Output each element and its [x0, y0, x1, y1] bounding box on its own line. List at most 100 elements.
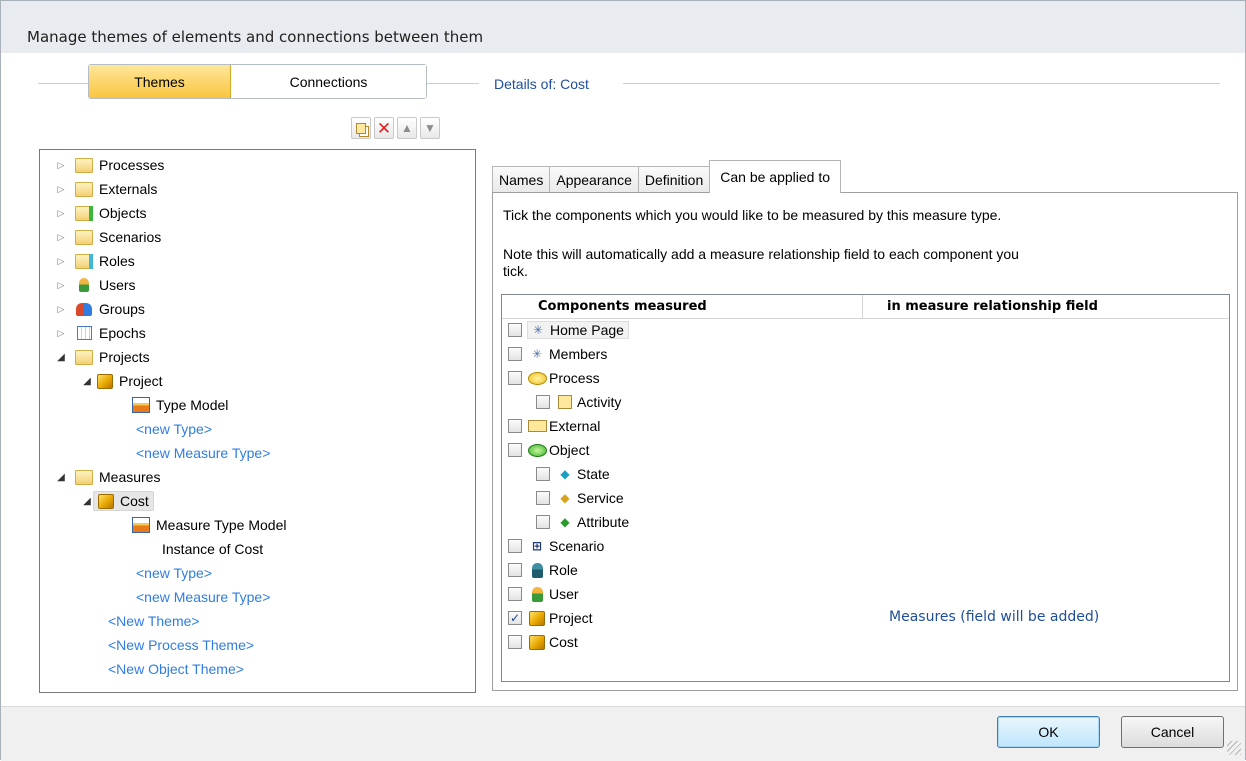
tree-label: Externals: [99, 181, 158, 197]
checkbox[interactable]: [508, 347, 522, 361]
row-label: User: [549, 586, 579, 602]
themes-tab[interactable]: Themes: [89, 65, 231, 98]
components-grid: Components measured in measure relations…: [501, 294, 1230, 682]
expand-icon[interactable]: ▷: [55, 328, 67, 339]
tab-can-be-applied-to[interactable]: Can be applied to: [709, 160, 842, 193]
dialog-window: Manage themes of elements and connection…: [0, 0, 1246, 761]
folder-icon: [75, 469, 93, 485]
checkbox[interactable]: [536, 395, 550, 409]
collapse-icon[interactable]: ◢: [81, 376, 93, 387]
role-person-icon: [527, 562, 547, 578]
tree-item-processes[interactable]: ▷ Processes: [55, 154, 165, 176]
project-cube-icon: [97, 373, 113, 389]
themes-tree[interactable]: ▷ Processes ▷ Externals ▷ Objects ▷ Scen…: [39, 149, 476, 693]
model-icon: [132, 397, 150, 413]
tree-item-objects[interactable]: ▷ Objects: [55, 202, 147, 224]
new-type-link[interactable]: <new Type>: [136, 562, 212, 584]
tree-item-type-model[interactable]: Type Model: [132, 394, 228, 416]
folder-icon: [75, 157, 93, 173]
window-title: Manage themes of elements and connection…: [27, 28, 484, 46]
tree-item-cost[interactable]: ◢ Cost: [81, 490, 154, 512]
row-label: Project: [549, 610, 593, 626]
process-ellipse-icon: [527, 370, 547, 386]
tree-item-measures[interactable]: ◢ Measures: [55, 466, 160, 488]
collapse-icon[interactable]: ◢: [55, 352, 67, 363]
tree-item-roles[interactable]: ▷ Roles: [55, 250, 135, 272]
tree-item-groups[interactable]: ▷ Groups: [55, 298, 145, 320]
cancel-button[interactable]: Cancel: [1121, 716, 1224, 748]
user-icon: [75, 277, 93, 293]
row-label: Home Page: [550, 322, 624, 338]
tree-label: Type Model: [156, 397, 229, 413]
expand-icon[interactable]: ▷: [55, 256, 67, 267]
tree-item-users[interactable]: ▷ Users: [55, 274, 136, 296]
tree-item-instance[interactable]: Instance of Cost: [162, 538, 263, 560]
row-service: ◆ Service: [536, 486, 624, 510]
tree-item-projects[interactable]: ◢ Projects: [55, 346, 149, 368]
tab-names[interactable]: Names: [492, 166, 551, 193]
tab-definition[interactable]: Definition: [637, 166, 711, 193]
expand-icon[interactable]: ▷: [55, 232, 67, 243]
ok-button[interactable]: OK: [997, 716, 1100, 748]
checkbox[interactable]: [508, 635, 522, 649]
selected-node[interactable]: Cost: [93, 491, 154, 511]
tree-label: Objects: [99, 205, 147, 221]
tree-item-measure-type-model[interactable]: Measure Type Model: [132, 514, 286, 536]
checkbox[interactable]: [536, 467, 550, 481]
new-process-theme-link[interactable]: <New Process Theme>: [108, 634, 254, 656]
new-measure-type-link[interactable]: <new Measure Type>: [136, 442, 270, 464]
checkbox[interactable]: [508, 443, 522, 457]
new-type-link[interactable]: <new Type>: [136, 418, 212, 440]
delete-button[interactable]: ✕: [374, 117, 394, 139]
checkbox[interactable]: [508, 323, 522, 337]
instruction-text: Tick the components which you would like…: [503, 207, 1002, 223]
new-measure-type-link[interactable]: <new Measure Type>: [136, 586, 270, 608]
new-object-theme-link[interactable]: <New Object Theme>: [108, 658, 244, 680]
collapse-icon[interactable]: ◢: [55, 472, 67, 483]
row-activity: Activity: [536, 390, 621, 414]
arrow-down-icon: ▼: [424, 121, 436, 135]
new-theme-link[interactable]: <New Theme>: [108, 610, 200, 632]
checkbox[interactable]: [508, 563, 522, 577]
tree-label: Groups: [99, 301, 145, 317]
expand-icon[interactable]: ▷: [55, 304, 67, 315]
tab-appearance[interactable]: Appearance: [549, 166, 639, 193]
checkbox[interactable]: [508, 371, 522, 385]
resize-grip-icon[interactable]: [1227, 741, 1241, 755]
checkbox[interactable]: [508, 419, 522, 433]
tree-item-externals[interactable]: ▷ Externals: [55, 178, 158, 200]
expand-icon[interactable]: ▷: [55, 208, 67, 219]
project-field-value: Measures (field will be added): [889, 609, 1100, 625]
tree-item-epochs[interactable]: ▷ Epochs: [55, 322, 146, 344]
column-header-field[interactable]: in measure relationship field: [863, 295, 1098, 318]
checkbox[interactable]: [508, 587, 522, 601]
network-icon: ✳: [532, 323, 544, 337]
checkbox-checked[interactable]: ✓: [508, 611, 522, 625]
row-project: ✓ Project: [508, 606, 593, 630]
expand-icon[interactable]: ▷: [55, 280, 67, 291]
column-header-components[interactable]: Components measured: [502, 295, 863, 318]
checkbox[interactable]: [508, 539, 522, 553]
row-label: Cost: [549, 634, 578, 650]
row-user: User: [508, 582, 579, 606]
collapse-icon[interactable]: ◢: [81, 496, 93, 507]
move-down-button[interactable]: ▼: [420, 117, 440, 139]
checkbox[interactable]: [536, 515, 550, 529]
expand-icon[interactable]: ▷: [55, 184, 67, 195]
project-cube-icon: [527, 610, 547, 626]
tree-item-scenarios[interactable]: ▷ Scenarios: [55, 226, 162, 248]
copy-button[interactable]: [351, 117, 371, 139]
expand-icon[interactable]: ▷: [55, 160, 67, 171]
folder-icon: [75, 253, 93, 269]
scenario-film-icon: ⊞: [531, 539, 543, 553]
divider-left: [38, 83, 90, 84]
details-tabs: Names Appearance Definition Can be appli…: [492, 159, 842, 193]
checkbox[interactable]: [536, 491, 550, 505]
folder-icon: [75, 205, 93, 221]
grid-header: Components measured in measure relations…: [502, 295, 1229, 319]
title-bar: Manage themes of elements and connection…: [1, 1, 1245, 53]
move-up-button[interactable]: ▲: [397, 117, 417, 139]
tree-item-project[interactable]: ◢ Project: [81, 370, 162, 392]
connections-tab[interactable]: Connections: [231, 65, 426, 98]
note-text-cont: tick.: [503, 263, 528, 279]
